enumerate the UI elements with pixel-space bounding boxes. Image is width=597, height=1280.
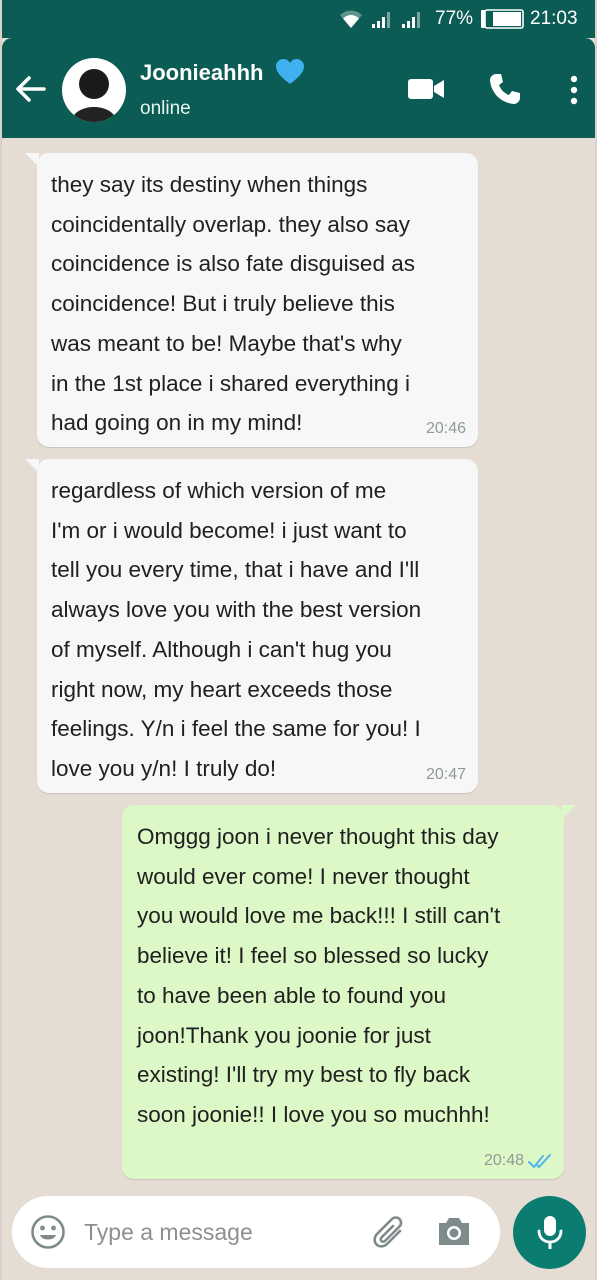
- incoming-message[interactable]: they say its destiny when things coincid…: [25, 153, 478, 447]
- message-composer: [12, 1196, 500, 1268]
- battery-icon: [481, 9, 524, 29]
- chat-header: Joonieahhh online: [2, 38, 595, 138]
- message-text: they say its destiny when things coincid…: [51, 172, 415, 436]
- message-time: 20:46: [425, 420, 466, 437]
- blue-heart-icon: [276, 59, 304, 84]
- avatar[interactable]: [62, 58, 126, 122]
- message-text: Omggg joon i never thought this day woul…: [137, 824, 501, 1127]
- more-vert-icon[interactable]: [566, 74, 582, 106]
- emoji-icon[interactable]: [30, 1214, 66, 1250]
- battery-percent: 77%: [435, 8, 474, 29]
- wifi-icon: [340, 10, 362, 28]
- phone-screen: 77% 21:03 Joonieahhh online they say its…: [0, 0, 597, 1280]
- avatar-silhouette-icon: [71, 69, 117, 122]
- incoming-message[interactable]: regardless of which version of me I'm or…: [25, 459, 478, 793]
- clock: 21:03: [530, 8, 578, 29]
- message-time: 20:47: [425, 766, 466, 783]
- message-input[interactable]: [84, 1214, 354, 1250]
- video-call-icon[interactable]: [407, 76, 445, 102]
- bubble-tail: [25, 153, 39, 167]
- message-list[interactable]: they say its destiny when things coincid…: [2, 138, 595, 1280]
- mic-icon: [537, 1216, 563, 1249]
- mic-button[interactable]: [513, 1196, 586, 1269]
- camera-icon[interactable]: [436, 1214, 472, 1248]
- contact-name[interactable]: Joonieahhh: [140, 60, 263, 86]
- outgoing-message[interactable]: Omggg joon i never thought this day woul…: [122, 805, 576, 1179]
- bubble-tail: [562, 805, 576, 819]
- contact-status: online: [140, 98, 191, 119]
- read-double-tick-icon: [528, 1154, 551, 1169]
- message-time: 20:48: [483, 1152, 524, 1169]
- signal-icon: [402, 12, 420, 28]
- status-bar: 77% 21:03: [2, 0, 595, 38]
- paperclip-icon[interactable]: [367, 1212, 407, 1252]
- message-text: regardless of which version of me I'm or…: [51, 478, 422, 781]
- phone-icon[interactable]: [488, 72, 522, 106]
- bubble-tail: [25, 459, 39, 473]
- back-arrow-icon[interactable]: [14, 74, 48, 104]
- signal-icon: [372, 12, 390, 28]
